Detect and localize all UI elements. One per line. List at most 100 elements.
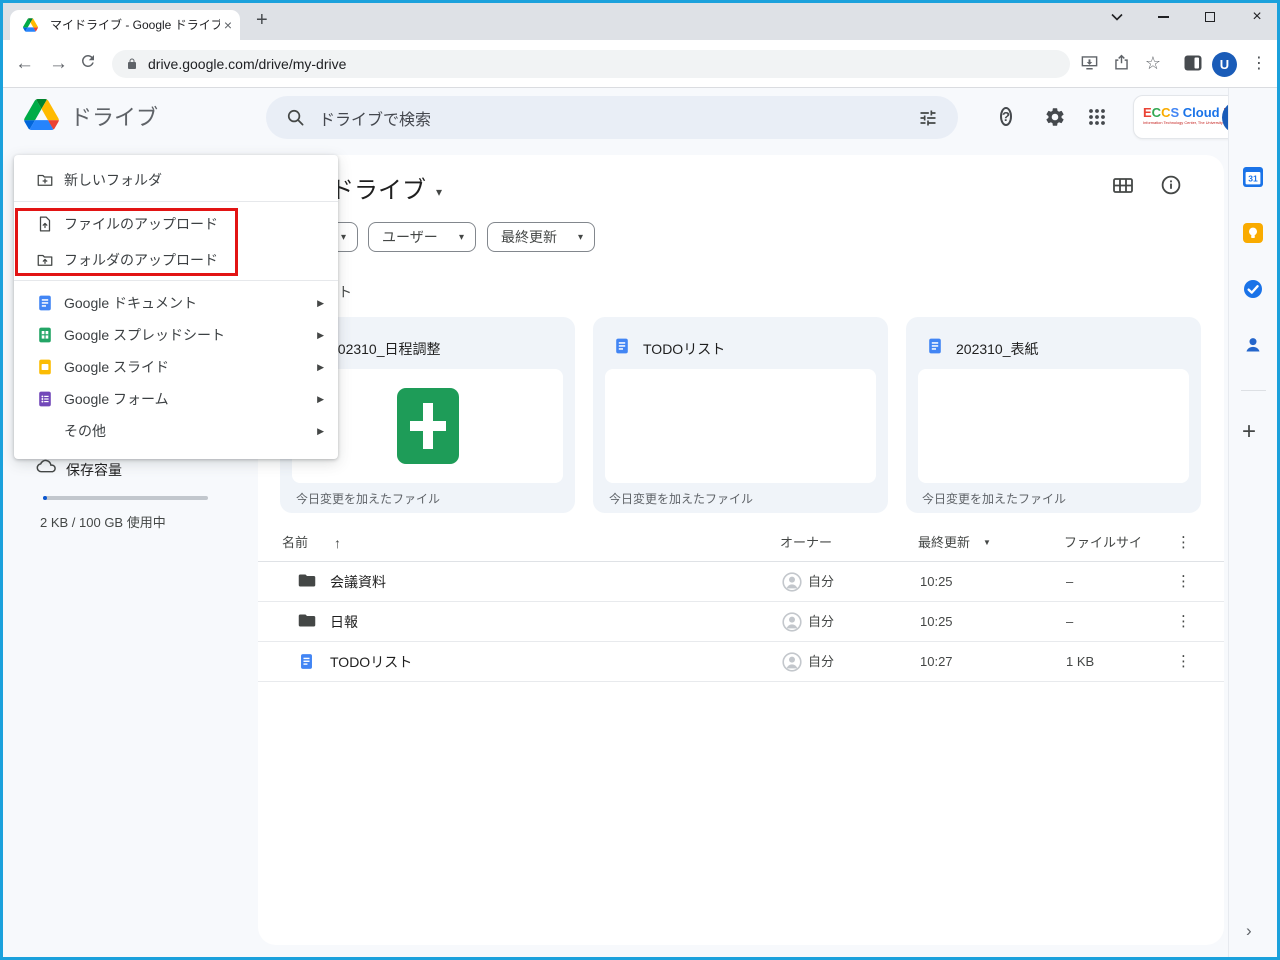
menu-divider bbox=[14, 201, 338, 202]
row-actions-kebab-icon[interactable]: ⋮ bbox=[1176, 562, 1192, 602]
column-header-name[interactable]: 名前 bbox=[282, 530, 308, 556]
new-tab-button[interactable]: + bbox=[256, 3, 268, 37]
tab-close-icon[interactable]: × bbox=[224, 10, 232, 40]
google-apps-grid-icon[interactable] bbox=[1087, 107, 1111, 131]
main-content-panel: マイドライブ▾ ▾ ユーザー ▾ 最終更新 ▾ 候補リスト bbox=[258, 155, 1224, 945]
menu-item-google-docs[interactable]: Google ドキュメント ▶ bbox=[14, 287, 338, 319]
file-modified: 10:25 bbox=[920, 614, 953, 629]
side-panel-icon[interactable] bbox=[1182, 55, 1204, 77]
address-bar[interactable]: drive.google.com/drive/my-drive bbox=[112, 50, 1070, 78]
file-name: 会議資料 bbox=[330, 574, 386, 590]
file-size: – bbox=[1066, 574, 1074, 589]
menu-item-label: Google ドキュメント bbox=[64, 295, 198, 311]
slides-icon bbox=[39, 359, 51, 375]
menu-item-google-sheets[interactable]: Google スプレッドシート ▶ bbox=[14, 319, 338, 351]
menu-item-new-folder[interactable]: 新しいフォルダ bbox=[14, 161, 338, 199]
browser-window: マイドライブ - Google ドライブ × + × ← → drive.goo… bbox=[0, 0, 1280, 960]
browser-tab[interactable]: マイドライブ - Google ドライブ × bbox=[10, 10, 240, 40]
card-caption: 今日変更を加えたファイル bbox=[922, 492, 1067, 506]
sheets-thumbnail-icon bbox=[396, 388, 459, 464]
file-row[interactable]: TODOリスト 自分 10:27 1 KB ⋮ bbox=[258, 642, 1224, 682]
help-icon[interactable]: ? bbox=[1000, 107, 1024, 131]
menu-item-label: Google スライド bbox=[64, 359, 170, 375]
chevron-down-icon: ▾ bbox=[340, 231, 346, 243]
forward-button[interactable]: → bbox=[49, 54, 68, 74]
submenu-arrow-icon: ▶ bbox=[317, 297, 324, 308]
suggested-card[interactable]: TODOリスト 今日変更を加えたファイル bbox=[593, 317, 888, 513]
card-caption: 今日変更を加えたファイル bbox=[296, 492, 441, 506]
docs-file-icon bbox=[926, 337, 944, 360]
storage-progress-bar bbox=[43, 496, 208, 500]
lock-icon bbox=[128, 58, 136, 69]
row-actions-kebab-icon[interactable]: ⋮ bbox=[1176, 602, 1192, 642]
back-button[interactable]: ← bbox=[15, 54, 34, 74]
calendar-icon[interactable]: 31 bbox=[1243, 167, 1263, 187]
drive-logo bbox=[24, 99, 59, 130]
tab-title: マイドライブ - Google ドライブ bbox=[50, 18, 220, 32]
install-icon[interactable] bbox=[1078, 53, 1100, 75]
filter-chip-modified[interactable]: 最終更新 ▾ bbox=[487, 222, 595, 252]
file-row[interactable]: 会議資料 自分 10:25 – ⋮ bbox=[258, 562, 1224, 602]
browser-menu-kebab-icon[interactable]: ⋮ bbox=[1248, 53, 1270, 75]
card-title: 202310_日程調整 bbox=[330, 341, 441, 357]
column-header-kebab-icon[interactable]: ⋮ bbox=[1176, 530, 1192, 556]
menu-divider bbox=[14, 280, 338, 281]
contacts-icon[interactable] bbox=[1243, 335, 1263, 355]
menu-item-google-slides[interactable]: Google スライド ▶ bbox=[14, 351, 338, 383]
sort-descending-icon[interactable]: ▼ bbox=[983, 530, 991, 556]
cloud-storage-icon bbox=[36, 459, 56, 473]
get-addons-plus-icon[interactable]: + bbox=[1242, 418, 1256, 446]
window-minimize-button[interactable] bbox=[1148, 0, 1178, 34]
suggested-card[interactable]: 202310_表紙 今日変更を加えたファイル bbox=[906, 317, 1201, 513]
settings-gear-icon[interactable] bbox=[1044, 106, 1068, 130]
sort-ascending-icon[interactable]: ↑ bbox=[334, 530, 341, 556]
reload-button[interactable] bbox=[79, 52, 97, 75]
forms-icon bbox=[39, 391, 51, 407]
window-maximize-button[interactable] bbox=[1195, 0, 1225, 34]
expand-panel-chevron-icon[interactable]: › bbox=[1246, 921, 1252, 941]
file-size: 1 KB bbox=[1066, 654, 1095, 669]
docs-icon bbox=[39, 295, 51, 311]
new-folder-icon bbox=[37, 174, 53, 186]
file-row[interactable]: 日報 自分 10:25 – ⋮ bbox=[258, 602, 1224, 642]
file-table-header: 名前 ↑ オーナー 最終更新 ▼ ファイルサイ ⋮ bbox=[258, 530, 1224, 562]
keep-icon[interactable] bbox=[1243, 223, 1263, 243]
chevron-down-icon: ▾ bbox=[458, 231, 464, 243]
drive-favicon bbox=[23, 18, 38, 32]
file-owner: 自分 bbox=[808, 614, 835, 629]
svg-text:31: 31 bbox=[1248, 174, 1258, 184]
file-size: – bbox=[1066, 614, 1074, 629]
storage-label[interactable]: 保存容量 bbox=[66, 460, 122, 480]
window-chevron-icon[interactable] bbox=[1102, 0, 1132, 34]
folder-icon bbox=[298, 573, 316, 591]
docs-file-icon bbox=[298, 653, 315, 673]
bookmark-star-icon[interactable]: ☆ bbox=[1142, 53, 1164, 75]
workspace-side-panel: 31 + › bbox=[1228, 88, 1277, 957]
folder-icon bbox=[298, 613, 316, 631]
file-modified: 10:27 bbox=[920, 654, 953, 669]
filter-chip-users[interactable]: ユーザー ▾ bbox=[368, 222, 476, 252]
list-layout-toggle-icon[interactable] bbox=[1112, 176, 1134, 200]
column-header-owner[interactable]: オーナー bbox=[780, 530, 832, 556]
card-caption: 今日変更を加えたファイル bbox=[609, 492, 754, 506]
info-icon[interactable] bbox=[1161, 175, 1181, 200]
column-header-size[interactable]: ファイルサイ bbox=[1064, 530, 1142, 556]
file-name: TODOリスト bbox=[330, 654, 413, 670]
menu-item-more[interactable]: その他 ▶ bbox=[14, 415, 338, 447]
window-close-button[interactable]: × bbox=[1242, 0, 1272, 34]
search-placeholder: ドライブで検索 bbox=[319, 111, 432, 129]
share-icon[interactable] bbox=[1110, 53, 1132, 75]
card-title: 202310_表紙 bbox=[956, 341, 1039, 357]
tasks-icon[interactable] bbox=[1243, 279, 1263, 299]
app-name: ドライブ bbox=[70, 105, 159, 130]
row-actions-kebab-icon[interactable]: ⋮ bbox=[1176, 642, 1192, 682]
menu-item-label: Google スプレッドシート bbox=[64, 327, 226, 343]
browser-toolbar: ← → drive.google.com/drive/my-drive ☆ U … bbox=[0, 40, 1280, 88]
browser-profile-avatar[interactable]: U bbox=[1212, 52, 1237, 77]
filter-chip-label: 最終更新 bbox=[501, 229, 557, 245]
menu-item-google-forms[interactable]: Google フォーム ▶ bbox=[14, 383, 338, 415]
search-options-tune-icon[interactable] bbox=[918, 108, 938, 128]
drive-search-input[interactable]: ドライブで検索 bbox=[266, 96, 958, 139]
column-header-modified[interactable]: 最終更新 bbox=[918, 530, 970, 556]
storage-progress-fill bbox=[43, 496, 47, 500]
